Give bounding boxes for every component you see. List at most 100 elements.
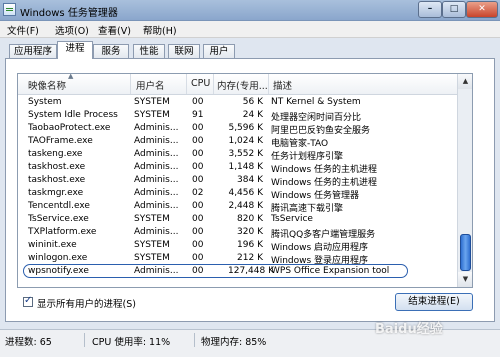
process-user: Adminis... bbox=[134, 201, 179, 211]
process-user: SYSTEM bbox=[134, 110, 170, 120]
checkbox-checked-icon[interactable] bbox=[23, 295, 33, 307]
process-user: SYSTEM bbox=[134, 97, 170, 107]
process-cpu: 00 bbox=[192, 253, 204, 263]
title-bar[interactable]: Windows 任务管理器 – □ ✕ bbox=[0, 0, 500, 21]
column-user-name[interactable]: 用户名 bbox=[136, 78, 165, 92]
process-memory: 5,596 K bbox=[228, 123, 263, 133]
task-manager-app-icon bbox=[3, 3, 16, 16]
process-user: Adminis... bbox=[134, 227, 179, 237]
maximize-button[interactable]: □ bbox=[442, 1, 466, 18]
process-user: SYSTEM bbox=[134, 240, 170, 250]
process-row[interactable]: TXPlatform.exe Adminis... 00 320 K 腾讯QQ多客户端管… bbox=[18, 226, 457, 240]
process-row[interactable]: System Idle Process SYSTEM 91 24 K 处理器空闲时间百分… bbox=[18, 109, 457, 123]
process-list-header: ▲ 映像名称 用户名 CPU 内存(专用... 描述 bbox=[18, 74, 457, 95]
menu-file[interactable]: 文件(F) bbox=[7, 23, 39, 37]
watermark-logo: Baidu经验 bbox=[375, 322, 443, 337]
scroll-up-icon[interactable]: ▲ bbox=[458, 74, 472, 89]
process-memory: 24 K bbox=[242, 110, 263, 120]
process-description: TsService bbox=[271, 214, 313, 224]
process-row[interactable]: TaobaoProtect.exe Adminis... 00 5,596 K 阿里巴巴… bbox=[18, 122, 457, 136]
show-all-users-label: 显示所有用户的进程(S) bbox=[37, 299, 136, 310]
tab-applications[interactable]: 应用程序 bbox=[9, 44, 57, 58]
process-row[interactable]: TsService.exe SYSTEM 00 820 K TsService bbox=[18, 213, 457, 226]
process-user: Adminis... bbox=[134, 149, 179, 159]
status-physical-memory: 物理内存: 85% bbox=[201, 337, 267, 348]
process-name: wpsnotify.exe bbox=[28, 266, 89, 276]
process-row[interactable]: taskeng.exe Adminis... 00 3,552 K 任务计划程序引擎 bbox=[18, 148, 457, 162]
process-cpu: 00 bbox=[192, 97, 204, 107]
process-name: wininit.exe bbox=[28, 240, 77, 250]
process-name: TAOFrame.exe bbox=[28, 136, 93, 146]
process-row[interactable]: taskhost.exe Adminis... 00 384 K Windows 任务的… bbox=[18, 174, 457, 188]
tab-networking[interactable]: 联网 bbox=[168, 44, 200, 58]
end-process-button[interactable]: 结束进程(E) bbox=[395, 293, 473, 311]
process-user: Adminis... bbox=[134, 188, 179, 198]
menu-help[interactable]: 帮助(H) bbox=[143, 23, 177, 37]
process-description: WPS Office Expansion tool bbox=[271, 266, 390, 276]
process-memory: 320 K bbox=[237, 227, 263, 237]
column-memory[interactable]: 内存(专用... bbox=[217, 78, 268, 92]
process-row[interactable]: wpsnotify.exe Adminis... 00 127,448 K WPS Of… bbox=[18, 264, 457, 278]
process-cpu: 91 bbox=[192, 110, 204, 120]
process-user: Adminis... bbox=[134, 162, 179, 172]
process-name: TaobaoProtect.exe bbox=[28, 123, 111, 133]
process-row[interactable]: Tencentdl.exe Adminis... 00 2,448 K 腾讯高速下载引擎 bbox=[18, 200, 457, 214]
process-name: taskmgr.exe bbox=[28, 188, 84, 198]
process-memory: 3,552 K bbox=[228, 149, 263, 159]
process-name: winlogon.exe bbox=[28, 253, 88, 263]
close-button[interactable]: ✕ bbox=[466, 1, 498, 18]
process-cpu: 02 bbox=[192, 188, 204, 198]
process-row[interactable]: System SYSTEM 00 56 K NT Kernel & System bbox=[18, 96, 457, 109]
tab-performance[interactable]: 性能 bbox=[133, 44, 165, 58]
tab-processes[interactable]: 进程 bbox=[57, 41, 93, 59]
process-name: TXPlatform.exe bbox=[28, 227, 97, 237]
process-name: taskhost.exe bbox=[28, 175, 86, 185]
process-name: TsService.exe bbox=[28, 214, 89, 224]
process-memory: 1,024 K bbox=[228, 136, 263, 146]
vertical-scrollbar[interactable]: ▲ ▼ bbox=[457, 74, 472, 287]
process-row[interactable]: TAOFrame.exe Adminis... 00 1,024 K 电脑管家-TAO bbox=[18, 135, 457, 149]
process-memory: 127,448 K bbox=[228, 266, 274, 276]
tab-users[interactable]: 用户 bbox=[203, 44, 235, 58]
process-cpu: 00 bbox=[192, 266, 204, 276]
process-cpu: 00 bbox=[192, 214, 204, 224]
menu-view[interactable]: 查看(V) bbox=[98, 23, 131, 37]
process-description: NT Kernel & System bbox=[271, 97, 361, 107]
process-memory: 1,148 K bbox=[228, 162, 263, 172]
process-user: Adminis... bbox=[134, 136, 179, 146]
column-image-name[interactable]: 映像名称 bbox=[28, 78, 66, 92]
process-cpu: 00 bbox=[192, 201, 204, 211]
process-memory: 196 K bbox=[237, 240, 263, 250]
process-memory: 4,456 K bbox=[228, 188, 263, 198]
column-cpu[interactable]: CPU bbox=[191, 78, 210, 89]
minimize-button[interactable]: – bbox=[418, 1, 442, 18]
process-memory: 56 K bbox=[242, 97, 263, 107]
menu-options[interactable]: 选项(O) bbox=[55, 23, 89, 37]
process-memory: 2,448 K bbox=[228, 201, 263, 211]
process-row[interactable]: taskmgr.exe Adminis... 02 4,456 K Windows 任务… bbox=[18, 187, 457, 201]
process-cpu: 00 bbox=[192, 123, 204, 133]
scrollbar-thumb[interactable] bbox=[460, 234, 471, 271]
process-cpu: 00 bbox=[192, 162, 204, 172]
process-row[interactable]: taskhost.exe Adminis... 00 1,148 K Windows 任… bbox=[18, 161, 457, 175]
task-manager-window: Windows 任务管理器 – □ ✕ 文件(F) 选项(O) 查看(V) 帮助… bbox=[0, 0, 500, 357]
process-memory: 384 K bbox=[237, 175, 263, 185]
process-name: System Idle Process bbox=[28, 110, 118, 120]
process-list[interactable]: ▲ 映像名称 用户名 CPU 内存(专用... 描述 System SYSTEM 0… bbox=[17, 73, 473, 288]
process-name: System bbox=[28, 97, 62, 107]
scroll-down-icon[interactable]: ▼ bbox=[458, 272, 472, 287]
process-name: Tencentdl.exe bbox=[28, 201, 90, 211]
status-process-count: 进程数: 65 bbox=[5, 337, 52, 348]
column-description[interactable]: 描述 bbox=[273, 78, 292, 92]
tab-strip: 应用程序 进程 服务 性能 联网 用户 bbox=[0, 40, 500, 59]
status-cpu-usage: CPU 使用率: 11% bbox=[92, 337, 171, 348]
process-memory: 820 K bbox=[237, 214, 263, 224]
process-row[interactable]: wininit.exe SYSTEM 00 196 K Windows 启动应用程序 bbox=[18, 239, 457, 253]
tab-services[interactable]: 服务 bbox=[93, 44, 129, 58]
process-name: taskhost.exe bbox=[28, 162, 86, 172]
process-cpu: 00 bbox=[192, 227, 204, 237]
process-cpu: 00 bbox=[192, 136, 204, 146]
window-title: Windows 任务管理器 bbox=[20, 8, 118, 19]
process-memory: 212 K bbox=[237, 253, 263, 263]
process-name: taskeng.exe bbox=[28, 149, 83, 159]
